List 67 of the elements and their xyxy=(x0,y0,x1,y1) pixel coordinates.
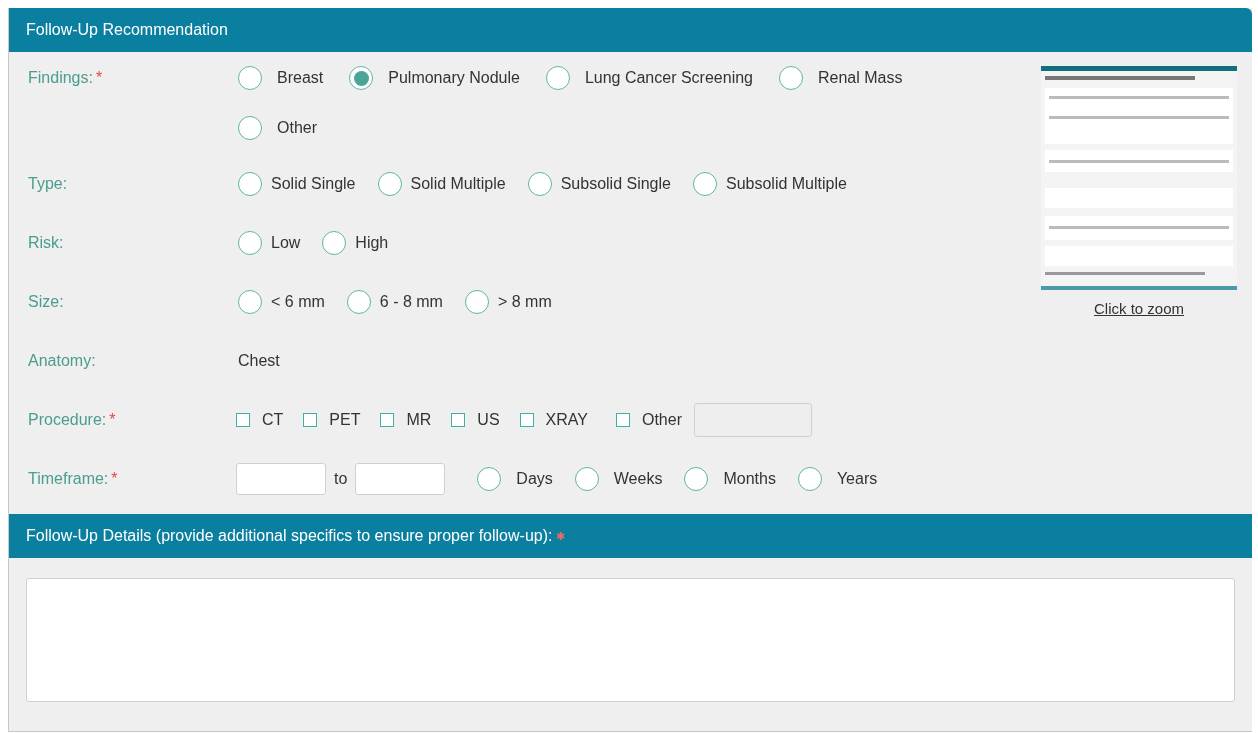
option-label: Weeks xyxy=(613,468,663,489)
radio-button[interactable] xyxy=(322,230,347,255)
option-label: Lung Cancer Screening xyxy=(584,68,753,88)
checkbox[interactable] xyxy=(380,412,395,427)
checkbox[interactable] xyxy=(615,412,630,427)
field-value: Chest xyxy=(238,350,280,371)
option-label: PET xyxy=(329,409,361,430)
text-field[interactable] xyxy=(694,402,812,437)
radio-button[interactable] xyxy=(377,171,402,196)
option-label: Years xyxy=(836,468,878,489)
option-label: Low xyxy=(271,232,301,253)
radio-button[interactable] xyxy=(545,66,570,90)
option-label: US xyxy=(477,409,500,430)
option-label: Other xyxy=(641,409,682,430)
checkbox[interactable] xyxy=(451,412,466,427)
radio-button[interactable] xyxy=(238,230,262,255)
radio-button[interactable] xyxy=(527,171,552,196)
option-label: 6 - 8 mm xyxy=(379,291,443,312)
required-mark: ✱ xyxy=(556,528,566,544)
field-label: Type: xyxy=(28,173,68,194)
radio-button[interactable] xyxy=(238,116,262,140)
field-label: Anatomy: xyxy=(28,350,96,371)
option-label: Solid Single xyxy=(271,173,356,194)
checkbox[interactable] xyxy=(303,412,318,427)
option-label: High xyxy=(355,232,389,253)
field-label: Risk: xyxy=(28,232,64,253)
radio-button[interactable] xyxy=(692,171,717,196)
radio-button[interactable] xyxy=(349,66,374,90)
option-label: Subsolid Multiple xyxy=(725,173,847,194)
zoom-link[interactable]: Click to zoom xyxy=(1094,298,1184,321)
radio-button[interactable] xyxy=(238,289,262,314)
checkbox[interactable] xyxy=(236,412,250,427)
field-label: Procedure: xyxy=(28,409,107,430)
option-label: Other xyxy=(277,118,317,138)
option-label: Months xyxy=(723,468,776,489)
option-label: > 8 mm xyxy=(497,291,552,312)
option-label: Breast xyxy=(277,68,324,88)
section-title: Follow-Up Details (provide additional specifics to ensure proper follow-up): xyxy=(26,526,553,546)
radio-button[interactable] xyxy=(797,466,822,491)
radio-button[interactable] xyxy=(238,66,262,90)
required-mark: * xyxy=(95,68,103,88)
radio-button[interactable] xyxy=(477,466,502,491)
option-label: Subsolid Single xyxy=(560,173,671,194)
radio-button[interactable] xyxy=(238,171,262,196)
radio-button[interactable] xyxy=(684,466,709,491)
required-mark: * xyxy=(109,409,116,430)
radio-button[interactable] xyxy=(346,289,371,314)
option-label: CT xyxy=(262,409,284,430)
input-field[interactable] xyxy=(236,462,326,495)
range-separator: to xyxy=(334,468,348,489)
radio-button[interactable] xyxy=(574,466,599,491)
radio-button[interactable] xyxy=(779,66,803,90)
field-label: Findings: xyxy=(28,68,93,88)
input-field[interactable] xyxy=(355,462,446,495)
option-label: < 6 mm xyxy=(271,291,325,312)
option-label: XRAY xyxy=(545,409,588,430)
option-label: Days xyxy=(516,468,553,489)
field-label: Size: xyxy=(28,291,64,312)
option-label: Solid Multiple xyxy=(410,173,506,194)
section-title: Follow-Up Recommendation xyxy=(26,20,228,40)
option-label: Pulmonary Nodule xyxy=(388,68,520,88)
field-label: Timeframe: xyxy=(28,468,109,489)
required-mark: * xyxy=(111,468,118,489)
option-label: MR xyxy=(406,409,432,430)
checkbox[interactable] xyxy=(519,412,534,427)
option-label: Renal Mass xyxy=(818,68,903,88)
radio-button[interactable] xyxy=(464,289,489,314)
